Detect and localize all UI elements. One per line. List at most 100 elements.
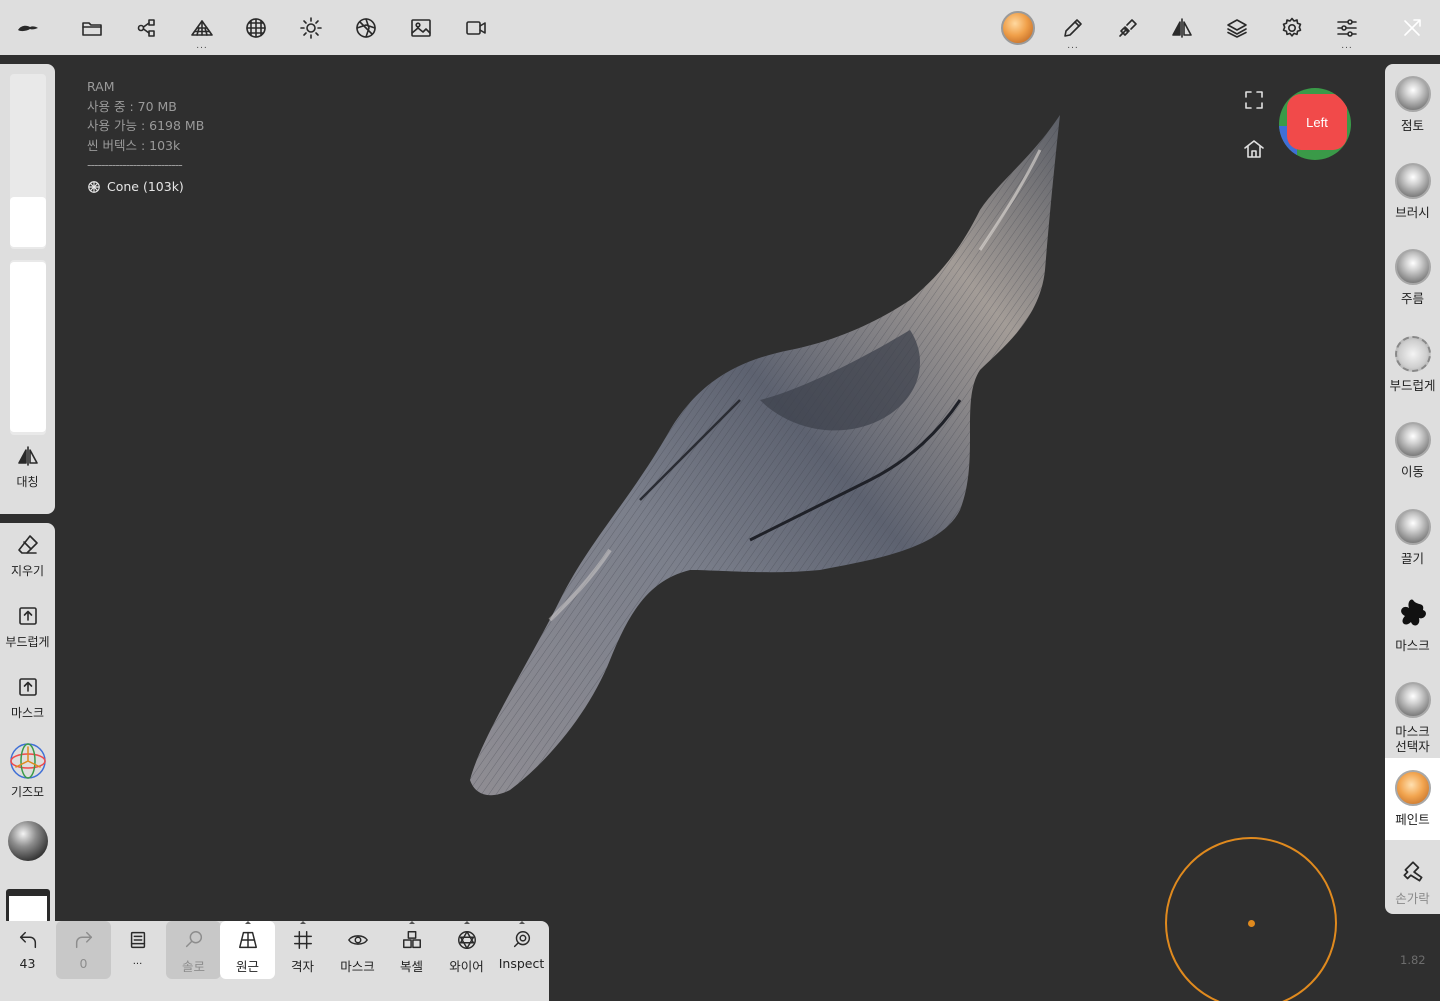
mask-box-icon [18,678,37,696]
tool-smooth[interactable]: 부드럽게 [1385,336,1440,393]
notebook-icon [130,931,145,949]
ram-label: RAM [87,79,115,94]
tool-move[interactable]: 이동 [1385,422,1440,479]
tool-finger[interactable]: 손가락 [1385,859,1440,906]
right-tool-panel: 점토 브러시 주름 부드럽게 이동 끌기 마스크 마스크 선택자 페인트 손가락 [1385,64,1440,914]
voxel-icon [402,931,421,949]
tool-smooth-label: 부드럽게 [1389,378,1436,393]
bottom-toolbar: 43 0 ... 솔로 원근 격자 마스크 복셀 와이어 Inspect [0,921,549,1001]
undo-button[interactable]: 43 [0,921,55,979]
mask-button[interactable]: 마스크 [0,675,55,721]
divider: --------------------------- [87,157,183,173]
tool-brush-label: 브러시 [1395,205,1430,220]
left-slider-panel: 대칭 [0,64,55,514]
mesh-name: Cone (103k) [107,178,184,194]
stroke-pen-icon[interactable] [1108,8,1148,48]
tool-move-label: 이동 [1400,464,1424,479]
brush-cursor-center [1248,920,1255,927]
perspective-icon [238,931,257,949]
paint-material-icon[interactable] [998,8,1038,48]
shading-icon[interactable] [346,8,386,48]
erase-button[interactable]: 지우기 [0,533,55,579]
light-icon[interactable] [291,8,331,48]
camera-icon[interactable] [456,8,496,48]
tool-finger-label: 손가락 [1395,891,1430,906]
folder-icon[interactable] [72,8,112,48]
standard-brush-icon [1394,163,1431,199]
gizmo-icon [9,743,46,779]
multires-icon[interactable]: ... [182,8,222,51]
symmetry-button[interactable]: 대칭 [0,444,55,490]
tool-paint[interactable]: 페인트 [1385,758,1440,840]
erase-label: 지우기 [10,564,45,578]
inspect-label: Inspect [498,956,545,971]
image-icon[interactable] [401,8,441,48]
home-view-icon[interactable] [1242,137,1266,161]
finger-tool-icon [1402,861,1423,882]
voxel-button[interactable]: 복셀 [384,921,439,979]
tool-clay[interactable]: 점토 [1385,76,1440,133]
tool-mask[interactable]: 마스크 [1385,596,1440,653]
tool-clay-label: 점토 [1400,118,1424,133]
matcap-button[interactable] [0,821,55,861]
voxel-caret [408,921,415,924]
symmetry-icon[interactable] [1162,8,1202,48]
version-label: 1.82 [1400,953,1426,967]
layers-icon[interactable] [1217,8,1257,48]
inspect-button[interactable]: Inspect [494,921,549,979]
solo-button[interactable]: 솔로 [166,921,221,979]
mask-visibility-button[interactable]: 마스크 [330,921,385,979]
brush-cursor-ring [1165,837,1337,1001]
tool-drag[interactable]: 끌기 [1385,509,1440,566]
ram-used: 사용 중 : 70 MB [87,98,177,114]
crease-brush-icon [1394,249,1431,285]
grid-icon [293,931,312,949]
tool-crease[interactable]: 주름 [1385,249,1440,306]
grid-caret [299,921,306,924]
move-brush-icon [1394,422,1431,458]
eye-icon [347,935,368,945]
sculpt-mesh[interactable] [440,100,1090,800]
tool-mask-label: 마스크 [1395,638,1430,653]
brush-intensity-fill [10,262,46,432]
mesh-entry[interactable]: Cone (103k) [87,177,204,197]
tool-brush[interactable]: 브러시 [1385,163,1440,220]
wireframe-caret [463,921,470,924]
scene-graph-icon[interactable] [127,8,167,48]
close-panel-icon[interactable] [1392,8,1432,48]
redo-button[interactable]: 0 [56,921,111,979]
wireframe-icon [457,931,476,949]
smooth-button[interactable]: 부드럽게 [0,604,55,650]
mask-selector-icon [1394,682,1431,718]
notebook-more: ... [132,956,143,967]
gizmo-button[interactable]: 기즈모 [0,741,55,800]
mask-brush-icon [1400,599,1426,626]
perspective-button[interactable]: 원근 [220,921,275,979]
grid-button[interactable]: 격자 [275,921,330,979]
settings-icon[interactable] [1272,8,1312,48]
stats-overlay: RAM 사용 중 : 70 MB 사용 가능 : 6198 MB 씬 버텍스 :… [87,77,204,197]
notebook-button[interactable]: ... [110,921,165,979]
pen-icon[interactable]: ... [1053,8,1093,51]
clay-brush-icon [1394,76,1431,112]
cube-face-label[interactable]: Left [1287,94,1347,150]
view-cube[interactable]: Left [1279,88,1351,160]
perspective-label: 원근 [235,959,259,974]
wireframe-button[interactable]: 와이어 [439,921,494,979]
solo-label: 솔로 [181,959,205,974]
mask-visibility-label: 마스크 [340,959,375,974]
undo-icon [19,931,36,949]
wireframe-label: 와이어 [449,959,484,974]
color-swatch[interactable] [6,889,50,923]
tool-mask-selector[interactable]: 마스크 선택자 [1385,682,1440,754]
logo-icon[interactable] [8,8,48,48]
multires-more: ... [196,41,208,51]
ram-available: 사용 가능 : 6198 MB [87,118,205,134]
tool-crease-label: 주름 [1400,291,1424,306]
wireframe-sphere-icon[interactable] [236,8,276,48]
fullscreen-icon[interactable] [1242,88,1266,112]
sliders-icon[interactable]: ... [1327,8,1367,51]
tool-drag-label: 끌기 [1400,551,1424,566]
smooth-label: 부드럽게 [5,635,50,649]
paint-brush-icon [1394,770,1431,806]
